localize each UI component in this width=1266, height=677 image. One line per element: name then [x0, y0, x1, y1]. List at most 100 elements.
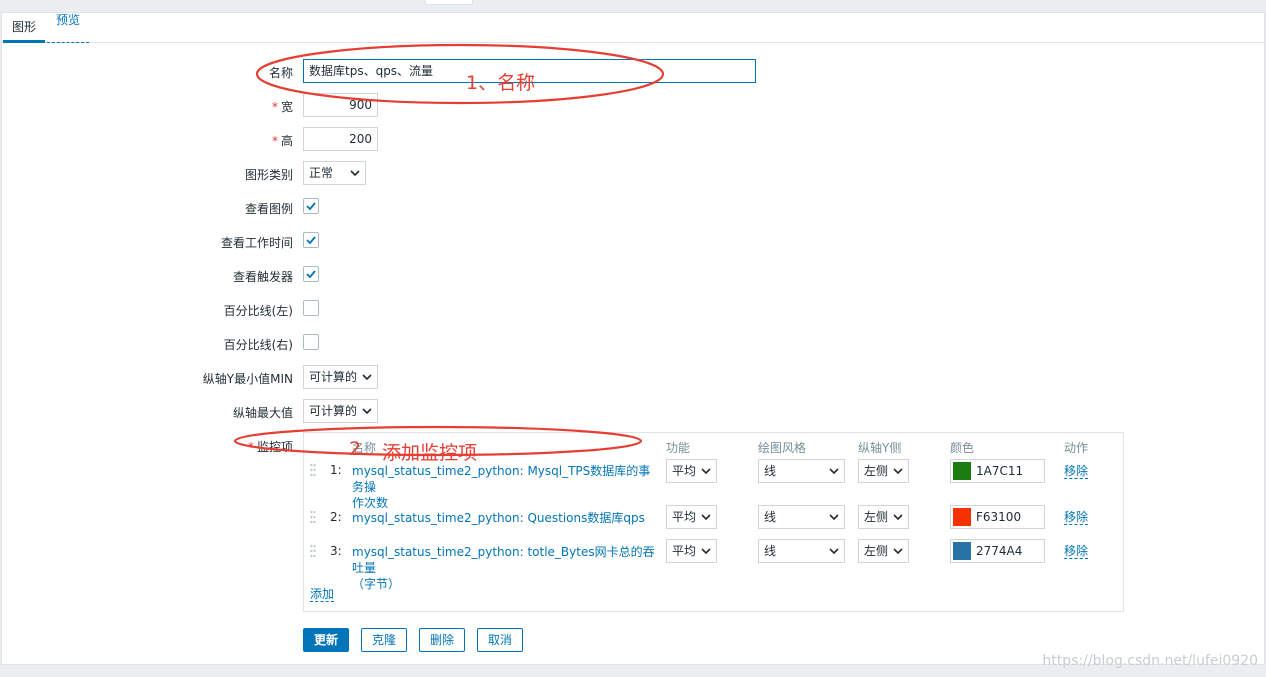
tab-bar: 图形 预览 [2, 13, 1264, 43]
show-legend-label: 查看图例 [244, 202, 293, 216]
chevron-down-icon [701, 548, 711, 555]
chevron-down-icon [893, 548, 903, 555]
remove-button[interactable]: 移除 [1064, 544, 1089, 559]
drag-handle-icon[interactable] [310, 463, 316, 477]
show-triggers-checkbox[interactable] [303, 266, 319, 282]
function-value: 平均 [672, 464, 697, 478]
draw-style-value: 线 [764, 464, 777, 478]
height-label-text: 高 [280, 134, 293, 148]
ymax-select[interactable]: 可计算的 [303, 399, 378, 423]
show-worktime-label: 查看工作时间 [220, 236, 293, 250]
header-y-axis-side: 纵轴Y侧 [858, 441, 902, 455]
tab-graph[interactable]: 图形 [3, 13, 46, 43]
color-picker[interactable]: 2774A4 [950, 539, 1045, 563]
y-side-select[interactable]: 左侧 [858, 505, 909, 529]
item-name-line2: （字节） [352, 577, 401, 591]
chevron-down-icon [362, 408, 372, 415]
cancel-button[interactable]: 取消 [477, 628, 524, 652]
checkmark-icon [306, 270, 316, 279]
color-swatch[interactable] [953, 508, 971, 526]
item-name-line2: 作次数 [352, 496, 389, 510]
color-picker[interactable]: F63100 [950, 505, 1045, 529]
graph-type-value: 正常 [309, 166, 334, 180]
header-function: 功能 [666, 441, 691, 455]
row-number: 1: [330, 463, 342, 477]
items-label: * 监控项 [248, 438, 293, 455]
ymax-label: 纵轴最大值 [232, 406, 293, 420]
checkmark-icon [306, 202, 316, 211]
ymin-value: 可计算的 [309, 370, 358, 384]
color-swatch[interactable] [953, 542, 971, 560]
chevron-down-icon [829, 514, 839, 521]
required-mark: * [247, 440, 254, 454]
color-picker[interactable]: 1A7C11 [950, 459, 1045, 483]
required-mark: * [271, 100, 278, 114]
item-link[interactable]: mysql_status_time2_python: Mysql_TPS数据库的… [352, 463, 657, 511]
width-label: * 宽 [272, 98, 293, 115]
drag-handle-icon[interactable] [310, 510, 316, 524]
function-value: 平均 [672, 544, 697, 558]
header-draw-style: 绘图风格 [758, 441, 807, 455]
chevron-down-icon [701, 514, 711, 521]
add-item-link[interactable]: 添加 [310, 587, 335, 602]
function-value: 平均 [672, 510, 697, 524]
top-strip [0, 0, 1266, 12]
graph-type-label: 图形类别 [244, 168, 293, 182]
function-select[interactable]: 平均 [666, 459, 717, 483]
chevron-down-icon [829, 468, 839, 475]
color-swatch[interactable] [953, 462, 971, 480]
height-input[interactable]: 200 [303, 127, 378, 151]
draw-style-value: 线 [764, 544, 777, 558]
annotation-note-2: 添加监控项 [382, 442, 478, 464]
graph-type-select[interactable]: 正常 [303, 161, 366, 185]
draw-style-select[interactable]: 线 [758, 459, 845, 483]
item-link[interactable]: mysql_status_time2_python: totle_Bytes网卡… [352, 544, 657, 592]
item-name-line1: mysql_status_time2_python: Questions数据库q… [352, 511, 645, 525]
height-label: * 高 [272, 132, 293, 149]
watermark: https://blog.csdn.net/lufei0920 [1042, 653, 1258, 669]
draw-style-select[interactable]: 线 [758, 539, 845, 563]
show-worktime-checkbox[interactable] [303, 232, 319, 248]
top-notch [425, 0, 473, 5]
annotation-note-2-number: 2 [349, 438, 362, 460]
item-name-line1: mysql_status_time2_python: Mysql_TPS数据库的… [352, 464, 651, 494]
remove-button[interactable]: 移除 [1064, 510, 1089, 525]
required-mark: * [271, 134, 278, 148]
header-action: 动作 [1064, 441, 1089, 455]
ymin-label: 纵轴Y最小值MIN [202, 372, 293, 386]
update-button[interactable]: 更新 [303, 628, 350, 652]
function-select[interactable]: 平均 [666, 505, 717, 529]
remove-button[interactable]: 移除 [1064, 464, 1089, 479]
show-triggers-label: 查看触发器 [232, 270, 293, 284]
tab-preview[interactable]: 预览 [47, 13, 90, 43]
width-input[interactable]: 900 [303, 93, 378, 117]
items-label-text: 监控项 [256, 440, 293, 454]
item-link[interactable]: mysql_status_time2_python: Questions数据库q… [352, 510, 657, 526]
annotation-note-1: 1、名称 [466, 72, 536, 94]
drag-handle-icon[interactable] [310, 544, 316, 558]
y-side-select[interactable]: 左侧 [858, 539, 909, 563]
chevron-down-icon [893, 514, 903, 521]
color-value: F63100 [976, 510, 1022, 524]
ymax-value: 可计算的 [309, 404, 358, 418]
percentile-right-checkbox[interactable] [303, 334, 319, 350]
draw-style-select[interactable]: 线 [758, 505, 845, 529]
percentile-left-checkbox[interactable] [303, 300, 319, 316]
delete-button[interactable]: 删除 [419, 628, 466, 652]
chevron-down-icon [701, 468, 711, 475]
color-value: 2774A4 [976, 544, 1023, 558]
chevron-down-icon [893, 468, 903, 475]
chevron-down-icon [829, 548, 839, 555]
y-side-select[interactable]: 左侧 [858, 459, 909, 483]
show-legend-checkbox[interactable] [303, 198, 319, 214]
checkmark-icon [306, 236, 316, 245]
clone-button[interactable]: 克隆 [361, 628, 408, 652]
width-label-text: 宽 [280, 100, 293, 114]
color-value: 1A7C11 [976, 464, 1024, 478]
graph-form-panel: 图形 预览 名称 数据库tps、qps、流量 * 宽 900 * 高 200 图形类… [1, 12, 1265, 665]
row-number: 2: [330, 510, 342, 524]
header-color: 颜色 [950, 441, 975, 455]
function-select[interactable]: 平均 [666, 539, 717, 563]
ymin-select[interactable]: 可计算的 [303, 365, 378, 389]
percentile-left-label: 百分比线(左) [223, 304, 293, 318]
